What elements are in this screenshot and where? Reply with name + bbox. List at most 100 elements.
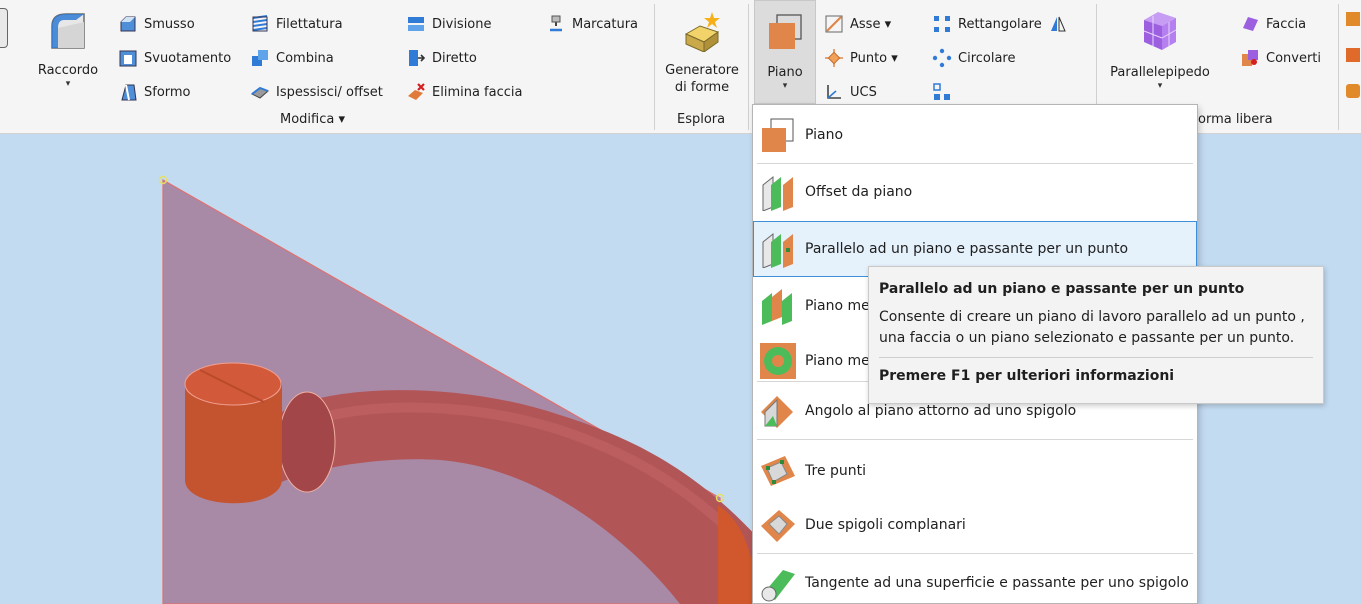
menu-separator (757, 553, 1193, 554)
asse-label: Asse ▾ (850, 16, 892, 32)
menu-item-tangente-superficie-spigolo[interactable]: Tangente ad una superficie e passante pe… (753, 555, 1197, 604)
punto-button[interactable]: Punto ▾ (824, 46, 898, 70)
tooltip-description: Consente di creare un piano di lavoro pa… (879, 309, 1305, 346)
rect-pattern-icon (932, 14, 952, 34)
faccia-label: Faccia (1266, 16, 1307, 32)
box-icon (1138, 8, 1182, 52)
sketch-pattern-button[interactable] (932, 80, 952, 104)
ucs-icon (824, 82, 844, 102)
rettangolare-button[interactable]: Rettangolare (932, 12, 1068, 36)
diretto-button[interactable]: Diretto (406, 46, 477, 70)
ucs-button[interactable]: UCS (824, 80, 877, 104)
shape-generator-icon (680, 8, 724, 53)
marcatura-label: Marcatura (572, 16, 639, 32)
command-tooltip: Parallelo ad un piano e passante per un … (868, 266, 1324, 404)
svuotamento-label: Svuotamento (144, 50, 232, 66)
sformo-label: Sformo (144, 84, 191, 100)
circular-pattern-icon (932, 48, 952, 68)
midplane-icon (759, 287, 797, 325)
combine-icon (250, 48, 270, 68)
partial-ribbon-icon[interactable] (1346, 12, 1360, 26)
menu-item-offset-da-piano[interactable]: Offset da piano (753, 164, 1197, 220)
convert-icon (1240, 48, 1260, 68)
elimina-faccia-label: Elimina faccia (432, 84, 523, 100)
menu-item-label: Piano me (805, 353, 870, 369)
thicken-icon (250, 82, 270, 102)
raccordo-button[interactable]: Raccordo ▾ (30, 8, 106, 89)
angle-plane-edge-icon (759, 392, 797, 430)
three-points-icon (759, 452, 797, 490)
menu-item-due-spigoli-complanari[interactable]: Due spigoli complanari (753, 497, 1197, 553)
menu-item-label: Tangente ad una superficie e passante pe… (805, 575, 1189, 591)
converti-button[interactable]: Converti (1240, 46, 1321, 70)
sketch-pattern-icon (932, 82, 952, 102)
piano-button[interactable]: Piano ▾ (754, 0, 816, 104)
direct-edit-icon (406, 48, 426, 68)
midplane-torus-icon (759, 342, 797, 380)
shell-icon (118, 48, 138, 68)
generatore-di-forme-button[interactable]: Generatore di forme (658, 8, 746, 96)
menu-item-label: Offset da piano (805, 184, 913, 200)
split-icon (406, 14, 426, 34)
circolare-label: Circolare (958, 50, 1016, 66)
raccordo-label: Raccordo (37, 63, 99, 78)
chamfer-icon (118, 14, 138, 34)
ispessisci-label: Ispessisci/ offset (276, 84, 383, 100)
partial-ribbon-icon[interactable] (1346, 48, 1360, 62)
partial-ribbon-icon[interactable] (1346, 84, 1360, 98)
menu-item-tre-punti[interactable]: Tre punti (753, 443, 1197, 499)
menu-item-piano[interactable]: Piano (753, 107, 1197, 163)
ispessisci-button[interactable]: Ispessisci/ offset (250, 80, 383, 104)
pipe-end-face[interactable] (278, 391, 336, 493)
panel-separator (654, 4, 655, 130)
marcatura-button[interactable]: Marcatura (546, 12, 638, 36)
combina-label: Combina (276, 50, 334, 66)
cylinder-top-face[interactable] (184, 362, 282, 406)
two-edges-icon (759, 506, 797, 544)
chevron-down-icon: ▾ (65, 79, 71, 89)
menu-item-label: Due spigoli complanari (805, 517, 966, 533)
tooltip-help-hint: Premere F1 per ulteriori informazioni (879, 368, 1175, 384)
point-icon (824, 48, 844, 68)
tooltip-title: Parallelo ad un piano e passante per un … (879, 281, 1245, 297)
mark-icon (546, 14, 566, 34)
tangent-surface-edge-icon (759, 564, 797, 602)
sformo-button[interactable]: Sformo (118, 80, 191, 104)
smusso-button[interactable]: Smusso (118, 12, 195, 36)
chevron-down-icon: ▾ (782, 81, 788, 91)
menu-item-label: Tre punti (805, 463, 867, 479)
punto-label: Punto ▾ (850, 50, 898, 66)
faccia-button[interactable]: Faccia (1240, 12, 1306, 36)
diretto-label: Diretto (432, 50, 477, 66)
menu-item-label: Piano (805, 127, 844, 143)
menu-item-label: Parallelo ad un piano e passante per un … (805, 241, 1129, 257)
parallelepipedo-button[interactable]: Parallelepipedo ▾ (1104, 8, 1216, 91)
esplora-panel-label: Esplora (677, 112, 726, 127)
draft-icon (118, 82, 138, 102)
panel-separator (1338, 4, 1339, 130)
mirror-icon[interactable] (1048, 14, 1068, 34)
asse-button[interactable]: Asse ▾ (824, 12, 891, 36)
forma-libera-panel-label: orma libera (1198, 112, 1273, 127)
modifica-panel-label[interactable]: Modifica ▾ (280, 112, 345, 127)
piano-label: Piano (767, 65, 803, 80)
filettatura-button[interactable]: Filettatura (250, 12, 343, 36)
elimina-faccia-button[interactable]: Elimina faccia (406, 80, 522, 104)
svuotamento-button[interactable]: Svuotamento (118, 46, 231, 70)
thread-icon (250, 14, 270, 34)
filettatura-label: Filettatura (276, 16, 343, 32)
plane-icon (759, 116, 797, 154)
plane-icon (765, 11, 805, 51)
parallel-plane-point-icon (759, 230, 797, 269)
divisione-button[interactable]: Divisione (406, 12, 492, 36)
combina-button[interactable]: Combina (250, 46, 334, 70)
axis-icon (824, 14, 844, 34)
menu-item-label: Angolo al piano attorno ad uno spigolo (805, 403, 1077, 419)
parallelepipedo-label: Parallelepipedo (1110, 65, 1210, 80)
menu-separator (757, 439, 1193, 440)
fillet-icon (46, 8, 90, 52)
smusso-label: Smusso (144, 16, 195, 32)
divisione-label: Divisione (432, 16, 492, 32)
panel-separator (748, 4, 749, 130)
circolare-button[interactable]: Circolare (932, 46, 1015, 70)
